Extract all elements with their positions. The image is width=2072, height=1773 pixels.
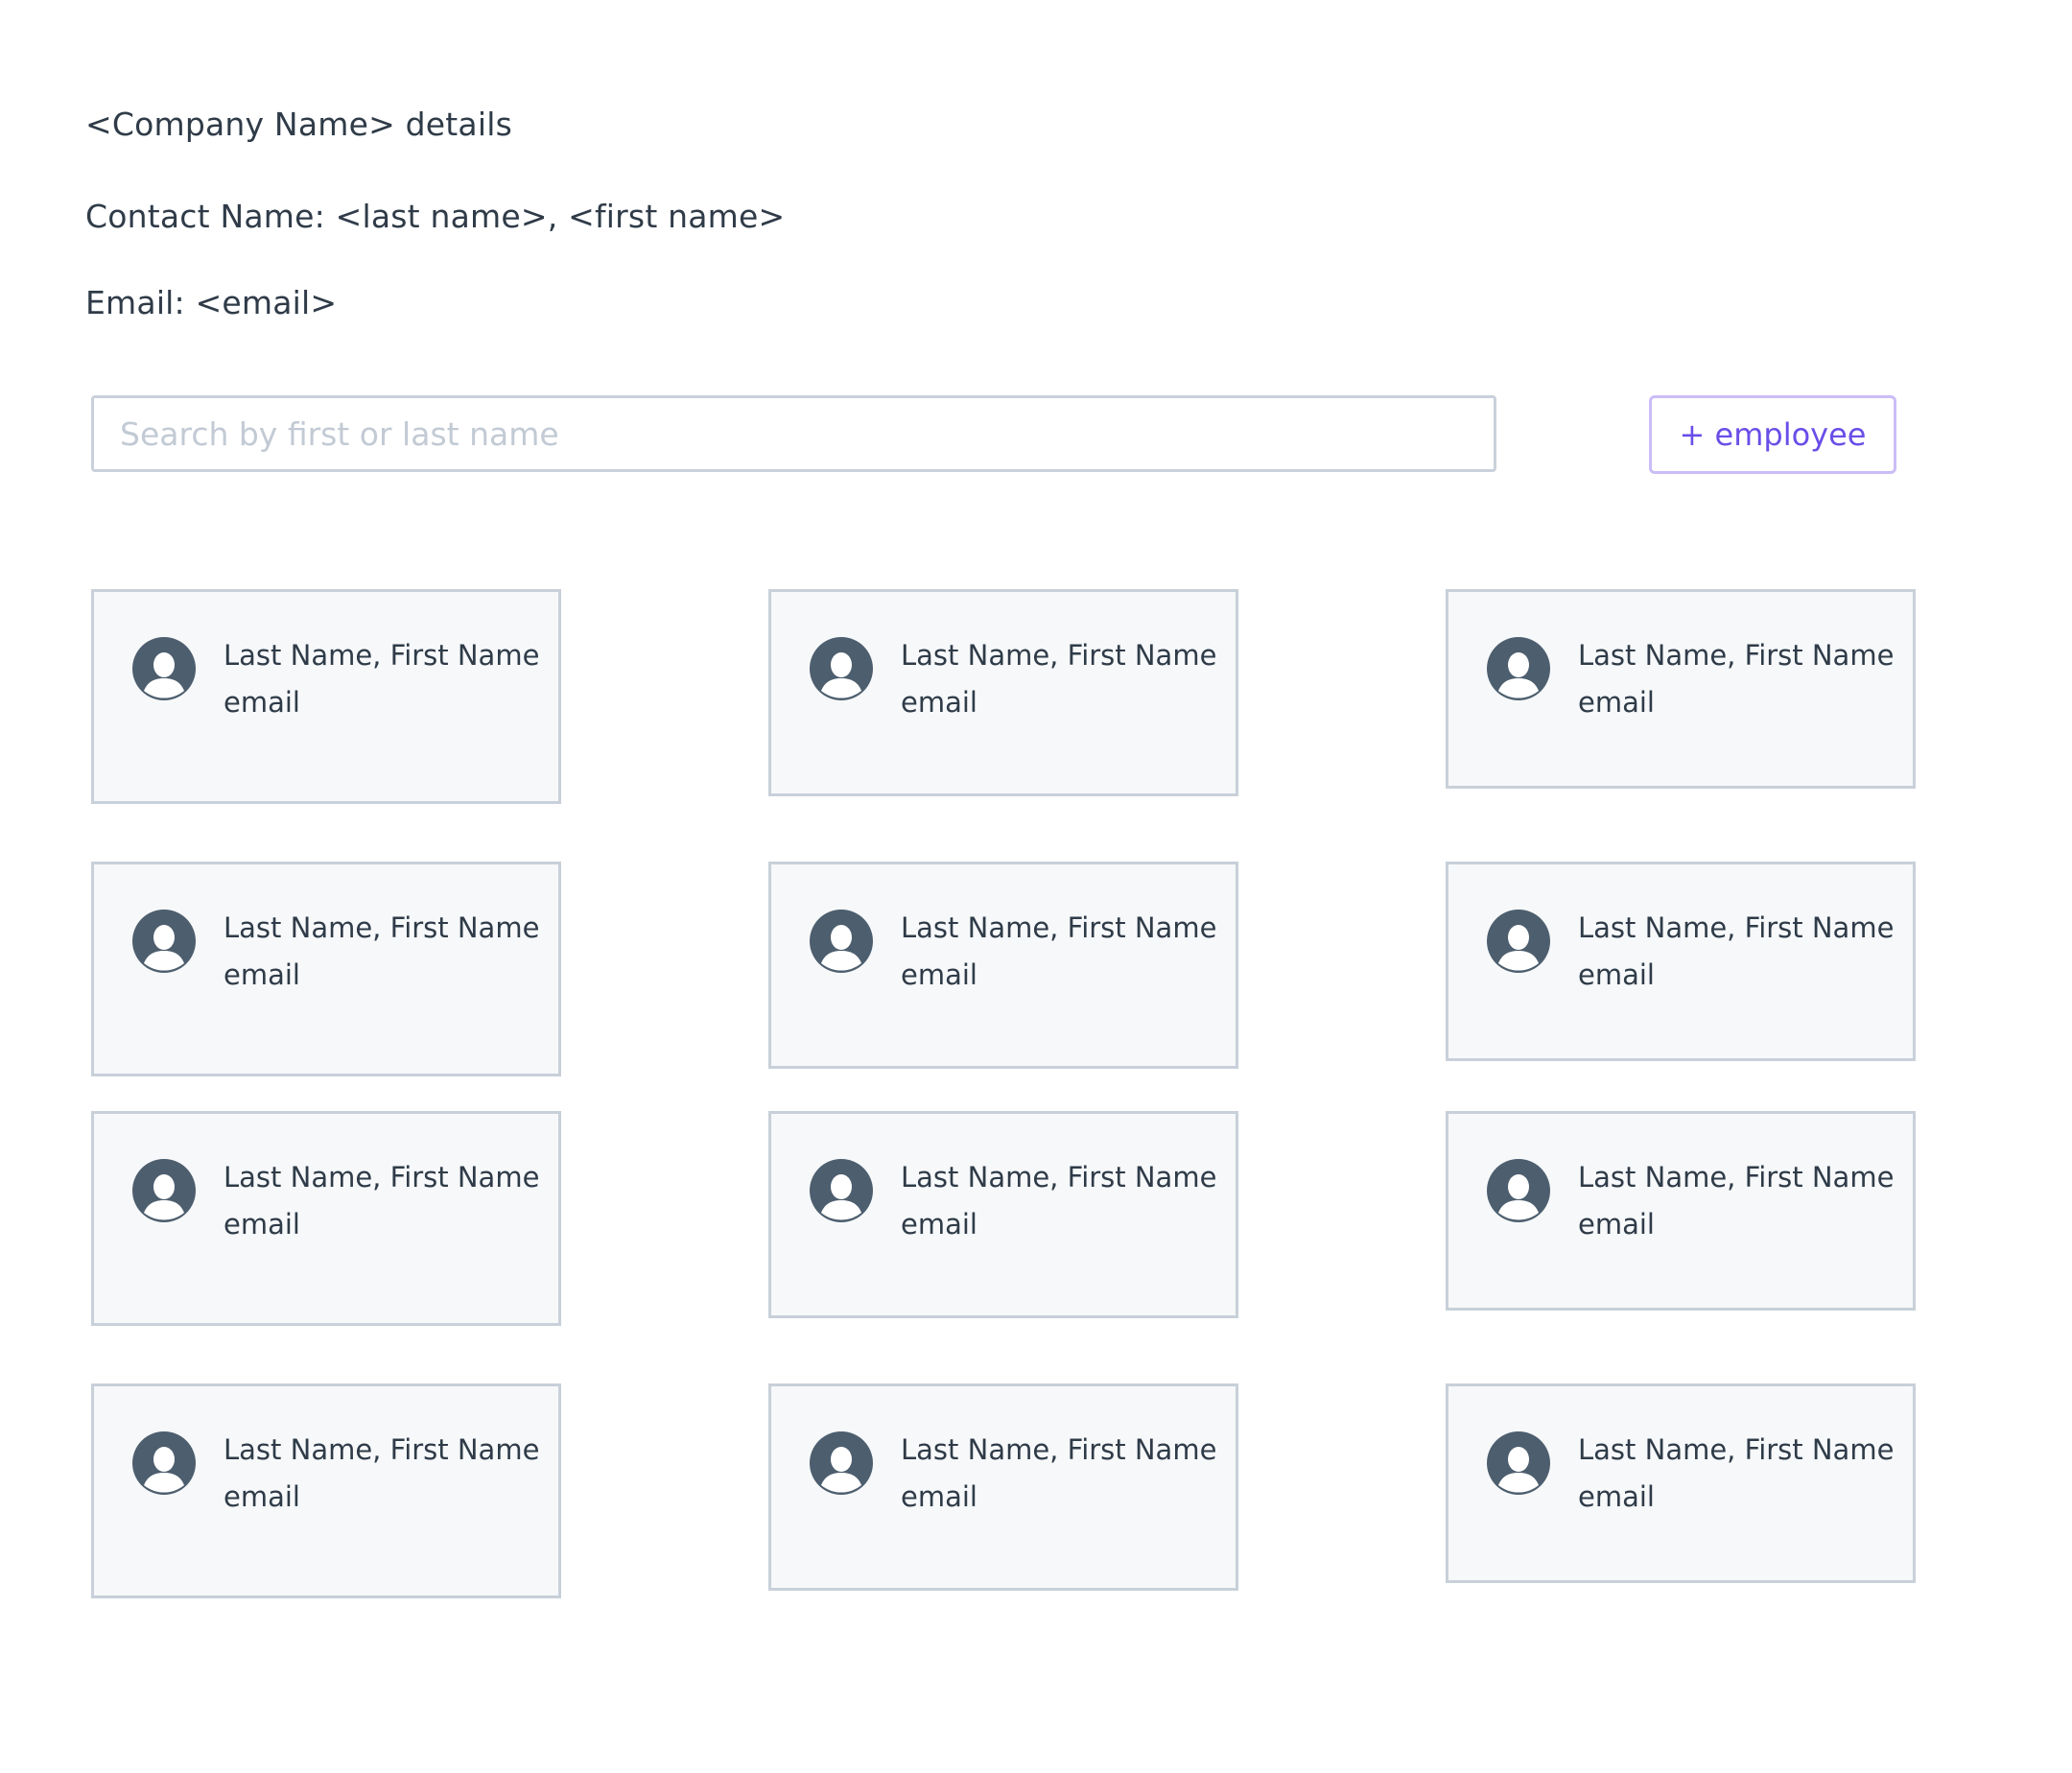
employee-email: email [224, 1480, 300, 1513]
user-avatar-icon [132, 637, 196, 700]
employee-name: Last Name, First Name [224, 1161, 540, 1194]
user-avatar-icon [810, 910, 873, 973]
employee-name: Last Name, First Name [1578, 911, 1895, 944]
employee-email: email [224, 958, 300, 991]
user-avatar-icon [132, 1159, 196, 1222]
page-title: <Company Name> details [85, 106, 512, 143]
search-input[interactable] [94, 398, 1494, 469]
user-avatar-icon [132, 910, 196, 973]
employee-email: email [1578, 1480, 1655, 1513]
employee-card[interactable]: Last Name, First Name email [91, 1111, 561, 1326]
employee-email: email [901, 686, 977, 719]
user-avatar-icon [132, 1431, 196, 1495]
user-avatar-icon [1487, 1159, 1550, 1222]
employee-email: email [1578, 958, 1655, 991]
employee-name: Last Name, First Name [1578, 1161, 1895, 1194]
user-avatar-icon [810, 1431, 873, 1495]
employee-name: Last Name, First Name [901, 1433, 1217, 1466]
user-avatar-icon [1487, 1431, 1550, 1495]
employee-email: email [224, 686, 300, 719]
user-avatar-icon [1487, 637, 1550, 700]
employee-name: Last Name, First Name [224, 1433, 540, 1466]
user-avatar-icon [810, 637, 873, 700]
employee-email: email [901, 1480, 977, 1513]
employee-card[interactable]: Last Name, First Name email [768, 1111, 1238, 1318]
user-avatar-icon [1487, 910, 1550, 973]
employee-name: Last Name, First Name [224, 911, 540, 944]
employee-email: email [224, 1208, 300, 1241]
employee-card[interactable]: Last Name, First Name email [91, 862, 561, 1076]
employee-email: email [901, 958, 977, 991]
employee-name: Last Name, First Name [901, 639, 1217, 672]
user-avatar-icon [810, 1159, 873, 1222]
employee-card[interactable]: Last Name, First Name email [1446, 862, 1916, 1061]
employee-card[interactable]: Last Name, First Name email [768, 589, 1238, 796]
employee-card[interactable]: Last Name, First Name email [768, 862, 1238, 1069]
employee-name: Last Name, First Name [1578, 639, 1895, 672]
search-field[interactable] [91, 395, 1496, 472]
employee-card[interactable]: Last Name, First Name email [91, 1383, 561, 1598]
employee-name: Last Name, First Name [901, 1161, 1217, 1194]
add-employee-button[interactable]: + employee [1649, 395, 1896, 474]
employee-email: email [1578, 1208, 1655, 1241]
employee-card[interactable]: Last Name, First Name email [1446, 589, 1916, 789]
employee-card[interactable]: Last Name, First Name email [1446, 1383, 1916, 1583]
employee-name: Last Name, First Name [901, 911, 1217, 944]
contact-email: Email: <email> [85, 284, 338, 321]
employee-card[interactable]: Last Name, First Name email [91, 589, 561, 804]
employee-email: email [1578, 686, 1655, 719]
employee-card[interactable]: Last Name, First Name email [768, 1383, 1238, 1591]
company-details-page: <Company Name> details Contact Name: <la… [0, 0, 2072, 1773]
employee-card[interactable]: Last Name, First Name email [1446, 1111, 1916, 1311]
employee-name: Last Name, First Name [224, 639, 540, 672]
employee-email: email [901, 1208, 977, 1241]
contact-name: Contact Name: <last name>, <first name> [85, 198, 786, 235]
employee-name: Last Name, First Name [1578, 1433, 1895, 1466]
